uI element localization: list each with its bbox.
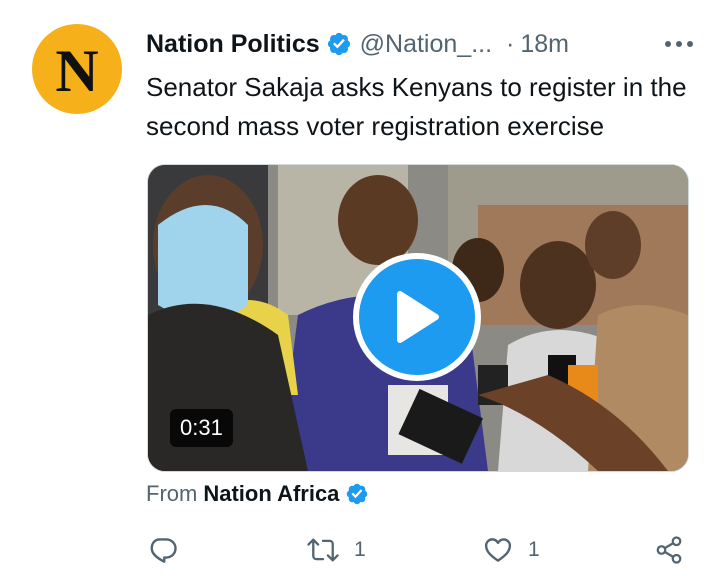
share-icon xyxy=(656,536,682,564)
retweet-icon xyxy=(307,538,339,562)
verified-badge-icon xyxy=(347,483,368,505)
more-icon xyxy=(665,41,693,47)
heart-icon xyxy=(484,538,512,562)
retweet-button[interactable]: 1 xyxy=(306,532,366,568)
play-icon xyxy=(397,291,439,343)
reply-button[interactable] xyxy=(148,532,178,568)
play-button-circle xyxy=(359,259,475,375)
play-button[interactable] xyxy=(353,253,481,381)
tweet-text: Senator Sakaja asks Kenyans to register … xyxy=(146,72,687,141)
avatar-letter: N xyxy=(55,38,99,104)
like-button[interactable]: 1 xyxy=(482,532,540,568)
tweet-header: Nation Politics @Nation_... · 18m xyxy=(146,24,700,64)
share-button[interactable] xyxy=(654,532,684,568)
video-player[interactable]: 0:31 xyxy=(147,164,689,472)
source-name[interactable]: Nation Africa xyxy=(203,481,339,507)
author-handle[interactable]: @Nation_... xyxy=(360,30,492,59)
like-count: 1 xyxy=(528,538,540,561)
more-options-button[interactable] xyxy=(664,24,694,64)
action-bar: 1 1 xyxy=(0,532,720,568)
reply-icon xyxy=(150,538,177,563)
verified-badge-icon xyxy=(327,32,350,56)
timestamp[interactable]: 18m xyxy=(520,30,569,59)
author-name[interactable]: Nation Politics xyxy=(146,30,320,59)
avatar[interactable]: N xyxy=(32,24,122,114)
retweet-count: 1 xyxy=(354,538,366,561)
source-attribution: From Nation Africa xyxy=(146,478,369,510)
separator-dot: · xyxy=(506,29,515,58)
source-prefix: From xyxy=(146,481,198,506)
video-duration: 0:31 xyxy=(170,409,233,447)
